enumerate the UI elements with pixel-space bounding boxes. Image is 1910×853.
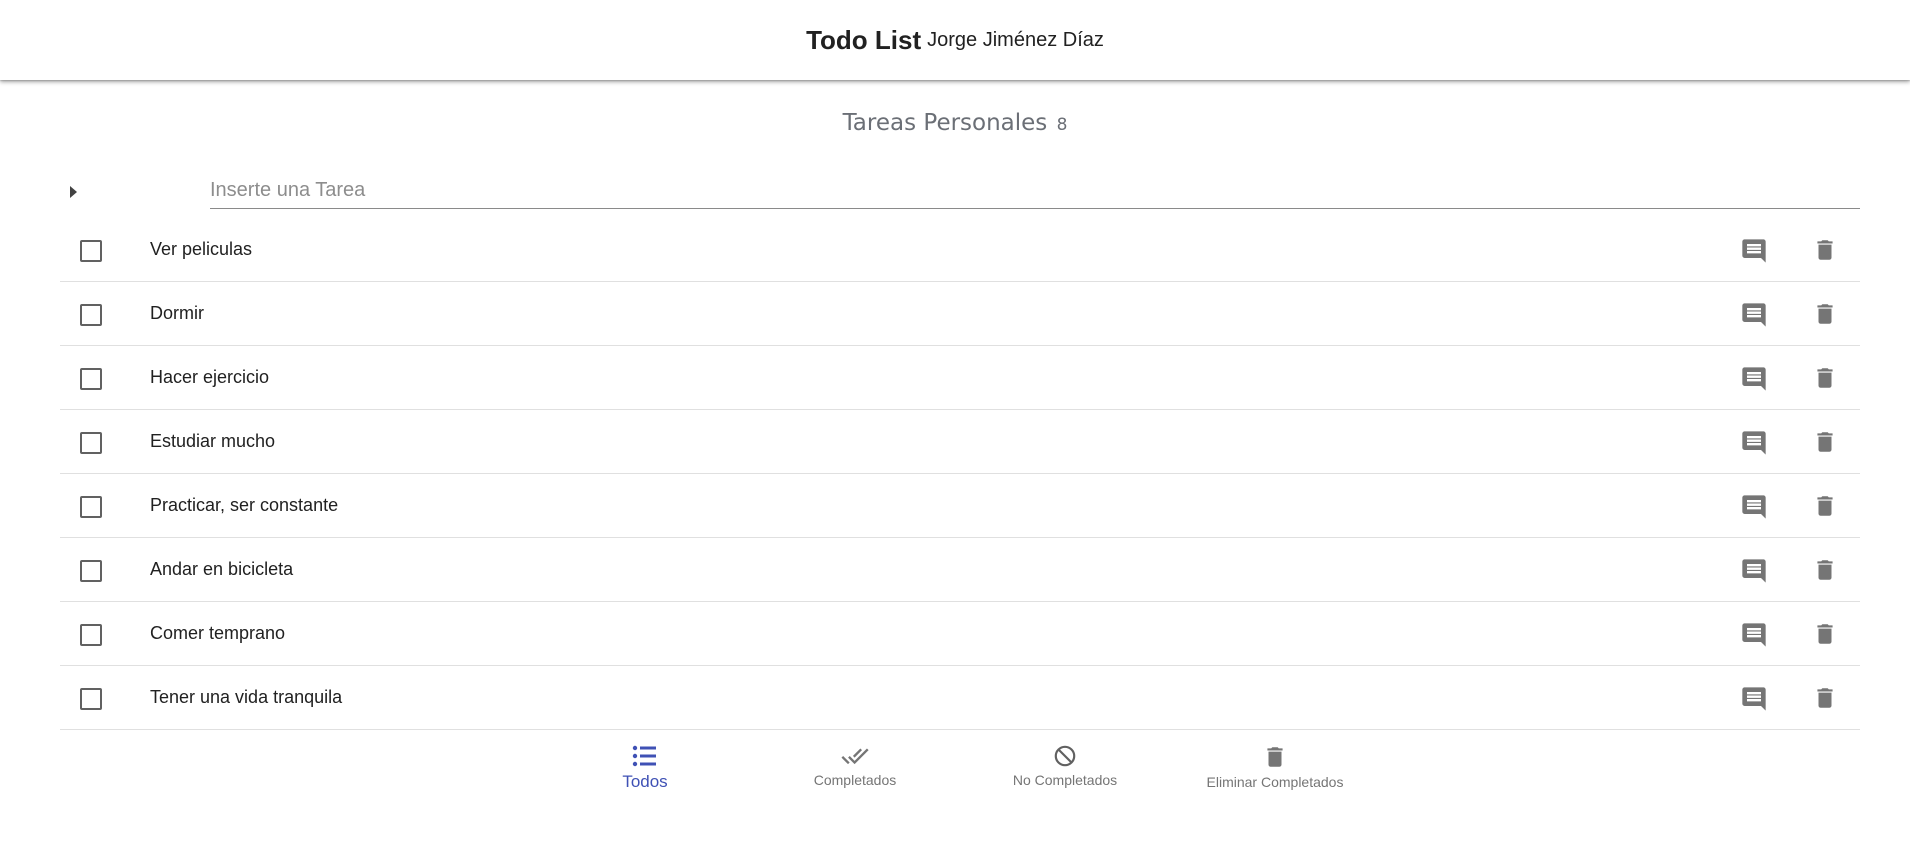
- trash-icon: [1817, 368, 1833, 388]
- nav-delete-completed-label: Eliminar Completados: [1206, 774, 1344, 790]
- nav-not-completed[interactable]: No Completados: [965, 742, 1165, 788]
- task-row: Hacer ejercicio: [60, 346, 1860, 410]
- task-checkbox[interactable]: [80, 496, 102, 518]
- trash-icon: [1817, 560, 1833, 580]
- comment-button[interactable]: [1740, 237, 1768, 265]
- new-task-row: [60, 172, 1860, 212]
- app-title: Todo List: [806, 24, 922, 55]
- task-list: Ver peliculas Dormir Hacer ejercicio Est…: [60, 218, 1860, 730]
- block-icon: [1054, 745, 1076, 767]
- comment-icon: [1742, 239, 1766, 263]
- task-row: Dormir: [60, 282, 1860, 346]
- task-label: Comer temprano: [150, 623, 286, 643]
- nav-all-label: Todos: [622, 772, 668, 791]
- delete-button[interactable]: [1812, 364, 1838, 392]
- comment-button[interactable]: [1740, 493, 1768, 521]
- comment-button[interactable]: [1740, 557, 1768, 585]
- nav-delete-completed[interactable]: Eliminar Completados: [1175, 742, 1375, 790]
- task-row: Practicar, ser constante: [60, 474, 1860, 538]
- delete-button[interactable]: [1812, 428, 1838, 456]
- trash-icon: [1817, 240, 1833, 260]
- comment-button[interactable]: [1740, 621, 1768, 649]
- comment-icon: [1742, 495, 1766, 519]
- nav-completed[interactable]: Completados: [755, 742, 955, 788]
- comment-icon: [1742, 623, 1766, 647]
- comment-icon: [1742, 559, 1766, 583]
- list-icon: [632, 745, 656, 767]
- trash-icon: [1817, 496, 1833, 516]
- comment-button[interactable]: [1740, 429, 1768, 457]
- task-label: Tener una vida tranquila: [150, 687, 343, 707]
- comment-icon: [1742, 367, 1766, 391]
- task-label: Ver peliculas: [150, 239, 253, 259]
- task-label: Dormir: [150, 303, 204, 323]
- comment-icon: [1742, 303, 1766, 327]
- task-checkbox[interactable]: [80, 304, 102, 326]
- task-checkbox[interactable]: [80, 624, 102, 646]
- nav-completed-label: Completados: [813, 772, 897, 788]
- trash-icon: [1817, 304, 1833, 324]
- delete-button[interactable]: [1812, 684, 1838, 712]
- task-row: Ver peliculas: [60, 218, 1860, 282]
- delete-button[interactable]: [1812, 300, 1838, 328]
- task-label: Hacer ejercicio: [150, 367, 270, 387]
- comment-button[interactable]: [1740, 301, 1768, 329]
- new-task-input[interactable]: [210, 172, 1860, 209]
- app-author: Jorge Jiménez Díaz: [927, 28, 1104, 51]
- app-bar: Todo List Jorge Jiménez Díaz: [0, 0, 1910, 80]
- task-label: Estudiar mucho: [150, 431, 276, 451]
- task-row: Estudiar mucho: [60, 410, 1860, 474]
- delete-button[interactable]: [1812, 556, 1838, 584]
- trash-icon: [1817, 432, 1833, 452]
- section-title: Tareas Personales 8: [0, 110, 1910, 136]
- task-checkbox[interactable]: [80, 240, 102, 262]
- task-row: Andar en bicicleta: [60, 538, 1860, 602]
- trash-icon: [1817, 688, 1833, 708]
- bottom-nav: Todos Completados No Completados Elimina…: [0, 742, 1910, 812]
- task-checkbox[interactable]: [80, 368, 102, 390]
- delete-button[interactable]: [1812, 620, 1838, 648]
- task-label: Practicar, ser constante: [150, 495, 339, 515]
- comment-icon: [1742, 431, 1766, 455]
- task-checkbox[interactable]: [80, 432, 102, 454]
- task-row: Tener una vida tranquila: [60, 666, 1860, 730]
- task-checkbox[interactable]: [80, 688, 102, 710]
- delete-button[interactable]: [1812, 236, 1838, 264]
- arrow-right-icon[interactable]: [70, 186, 77, 198]
- delete-button[interactable]: [1812, 492, 1838, 520]
- trash-icon: [1817, 624, 1833, 644]
- trash-icon: [1267, 747, 1283, 767]
- task-checkbox[interactable]: [80, 560, 102, 582]
- task-count: 8: [1056, 115, 1068, 135]
- task-label: Andar en bicicleta: [150, 559, 294, 579]
- comment-button[interactable]: [1740, 365, 1768, 393]
- double-check-icon: [841, 748, 869, 765]
- nav-not-completed-label: No Completados: [1012, 772, 1118, 788]
- task-row: Comer temprano: [60, 602, 1860, 666]
- comment-icon: [1742, 687, 1766, 711]
- nav-all[interactable]: Todos: [545, 742, 745, 792]
- comment-button[interactable]: [1740, 685, 1768, 713]
- section-title-text: Tareas Personales: [842, 110, 1048, 136]
